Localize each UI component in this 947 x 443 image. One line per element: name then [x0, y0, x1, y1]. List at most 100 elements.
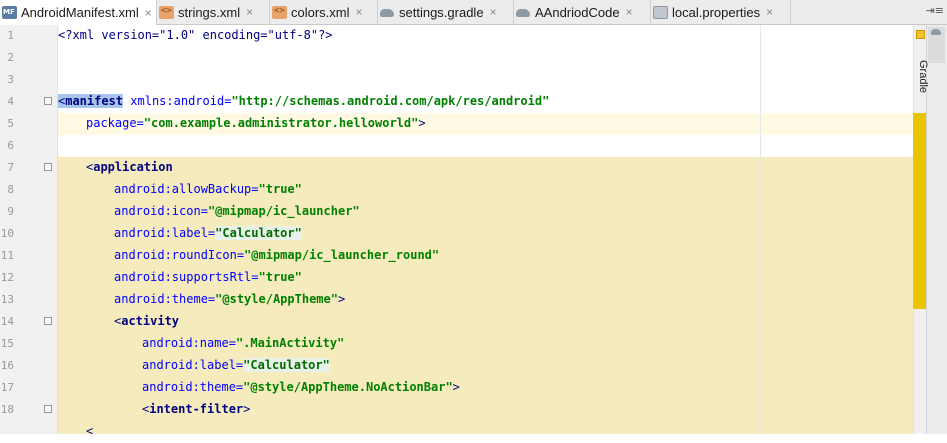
code-line-18: 18 <intent-filter> [0, 399, 947, 421]
attribute-name: android:name [142, 336, 229, 350]
xml-declaration: <?xml version="1.0" encoding="utf-8"?> [58, 28, 333, 42]
tag-name: intent-filter [149, 402, 244, 416]
close-icon[interactable]: × [356, 5, 363, 19]
attribute-value: "@style/AppTheme.NoActionBar" [243, 380, 453, 394]
gradle-icon [516, 6, 531, 19]
code-line-3: 3 [0, 69, 947, 91]
code-line-12: 12 android:supportsRtl="true" [0, 270, 302, 284]
tag-name: activity [121, 314, 180, 328]
tab-overflow-icon[interactable]: ⇥≡ [926, 4, 944, 17]
code-line-17: 17 android:theme="@style/AppTheme.NoActi… [0, 380, 460, 394]
line-number: 8 [7, 183, 14, 196]
code-line-10: 10 android:label="Calculator" [0, 226, 302, 240]
line-number: 6 [7, 139, 14, 152]
attribute-name: android:icon [114, 204, 201, 218]
fold-toggle-icon[interactable] [44, 97, 52, 105]
attribute-value: "true" [258, 182, 302, 196]
code-line-7: 7 <application [0, 157, 947, 179]
tab-label: local.properties [672, 4, 761, 20]
tag-open-bracket: < [86, 424, 94, 438]
attribute-name: android:label [114, 226, 208, 240]
code-line-8: 8 android:allowBackup="true" [0, 179, 947, 201]
line-number: 10 [0, 227, 14, 240]
tab-strings-xml[interactable]: strings.xml × [157, 0, 270, 24]
tab-aandriodcode[interactable]: AAndriodCode × [514, 0, 651, 24]
line-number: 3 [7, 73, 14, 86]
line-number: 18 [0, 403, 14, 416]
code-line-16: 16 android:label="Calculator" [0, 358, 330, 372]
tag-close-bracket: > [337, 292, 346, 306]
line-number: 12 [0, 271, 14, 284]
folded-string-value[interactable]: "Calculator" [243, 358, 330, 372]
attribute-value: ".MainActivity" [235, 336, 345, 350]
folded-string-value[interactable]: "Calculator" [215, 226, 302, 240]
close-icon[interactable]: × [490, 5, 497, 19]
tab-android-manifest[interactable]: AndroidManifest.xml × [0, 0, 157, 25]
gradle-tool-tab[interactable]: Gradle [917, 27, 945, 93]
close-icon[interactable]: × [766, 5, 773, 19]
tag-name: application [93, 160, 173, 174]
tag-name: manifest [65, 94, 124, 108]
tab-label: settings.gradle [399, 4, 484, 20]
gradle-icon [931, 29, 941, 35]
warning-marker-icon[interactable] [916, 30, 925, 39]
line-number: 9 [7, 205, 14, 218]
code-line-19: < [0, 421, 947, 443]
attribute-name: android:roundIcon [114, 248, 237, 262]
code-line-6: 6 [0, 135, 947, 157]
line-number: 2 [7, 51, 14, 64]
tab-label: AndroidManifest.xml [21, 5, 139, 20]
code-line-2: 2 [0, 47, 947, 69]
tag-close-bracket: > [418, 116, 426, 130]
fold-toggle-icon[interactable] [44, 317, 52, 325]
line-number: 17 [0, 381, 14, 394]
attribute-value: "http://schemas.android.com/apk/res/andr… [231, 94, 550, 108]
attribute-value: "com.example.administrator.helloworld" [143, 116, 419, 130]
code-line-5: 5 package="com.example.administrator.hel… [0, 113, 947, 135]
tab-label: strings.xml [178, 4, 241, 20]
attribute-name: package [86, 116, 137, 130]
editor-tab-bar: AndroidManifest.xml × strings.xml × colo… [0, 0, 947, 25]
tab-colors-xml[interactable]: colors.xml × [270, 0, 378, 24]
highlight-marker[interactable] [913, 113, 926, 309]
tab-settings-gradle[interactable]: settings.gradle × [378, 0, 514, 24]
line-number: 13 [0, 293, 14, 306]
properties-file-icon [653, 5, 668, 19]
line-number: 1 [7, 29, 14, 42]
manifest-file-icon [2, 6, 17, 19]
attribute-name: android:theme [114, 292, 208, 306]
line-number: 5 [7, 117, 14, 130]
code-line-15: 15 android:name=".MainActivity" [0, 336, 345, 350]
xml-file-icon [159, 5, 174, 19]
tab-label: AAndriodCode [535, 4, 620, 20]
line-number: 7 [7, 161, 14, 174]
tag-close-bracket: > [243, 402, 251, 416]
attribute-name: xmlns:android [130, 94, 225, 108]
tab-label: colors.xml [291, 4, 350, 20]
attribute-value: "true" [258, 270, 302, 284]
code-line-1: 1 <?xml version="1.0" encoding="utf-8"?> [0, 25, 947, 47]
line-number: 4 [7, 95, 14, 108]
attribute-name: android:allowBackup [114, 182, 252, 196]
fold-toggle-icon[interactable] [44, 163, 52, 171]
attribute-value: "@style/AppTheme" [215, 292, 338, 306]
code-line-11: 11 android:roundIcon="@mipmap/ic_launche… [0, 248, 440, 262]
code-line-14: 14 <activity [0, 311, 947, 333]
tag-close-bracket: > [452, 380, 460, 394]
code-line-9: 9 android:icon="@mipmap/ic_launcher" [0, 201, 947, 223]
gradle-tab-label: Gradle [917, 60, 929, 94]
attribute-name: android:supportsRtl [114, 270, 252, 284]
attribute-value: "@mipmap/ic_launcher_round" [244, 248, 440, 262]
line-number: 14 [0, 315, 14, 328]
close-icon[interactable]: × [246, 5, 253, 19]
attribute-value: "@mipmap/ic_launcher" [207, 204, 360, 218]
attribute-name: android:theme [142, 380, 236, 394]
line-number: 16 [0, 359, 14, 372]
code-line-4: 4 <manifest xmlns:android="http://schema… [0, 91, 947, 113]
close-icon[interactable]: × [145, 6, 152, 20]
fold-toggle-icon[interactable] [44, 405, 52, 413]
right-tool-window-bar [926, 25, 947, 434]
line-number: 11 [0, 249, 14, 262]
tab-local-properties[interactable]: local.properties × [651, 0, 791, 24]
close-icon[interactable]: × [626, 5, 633, 19]
